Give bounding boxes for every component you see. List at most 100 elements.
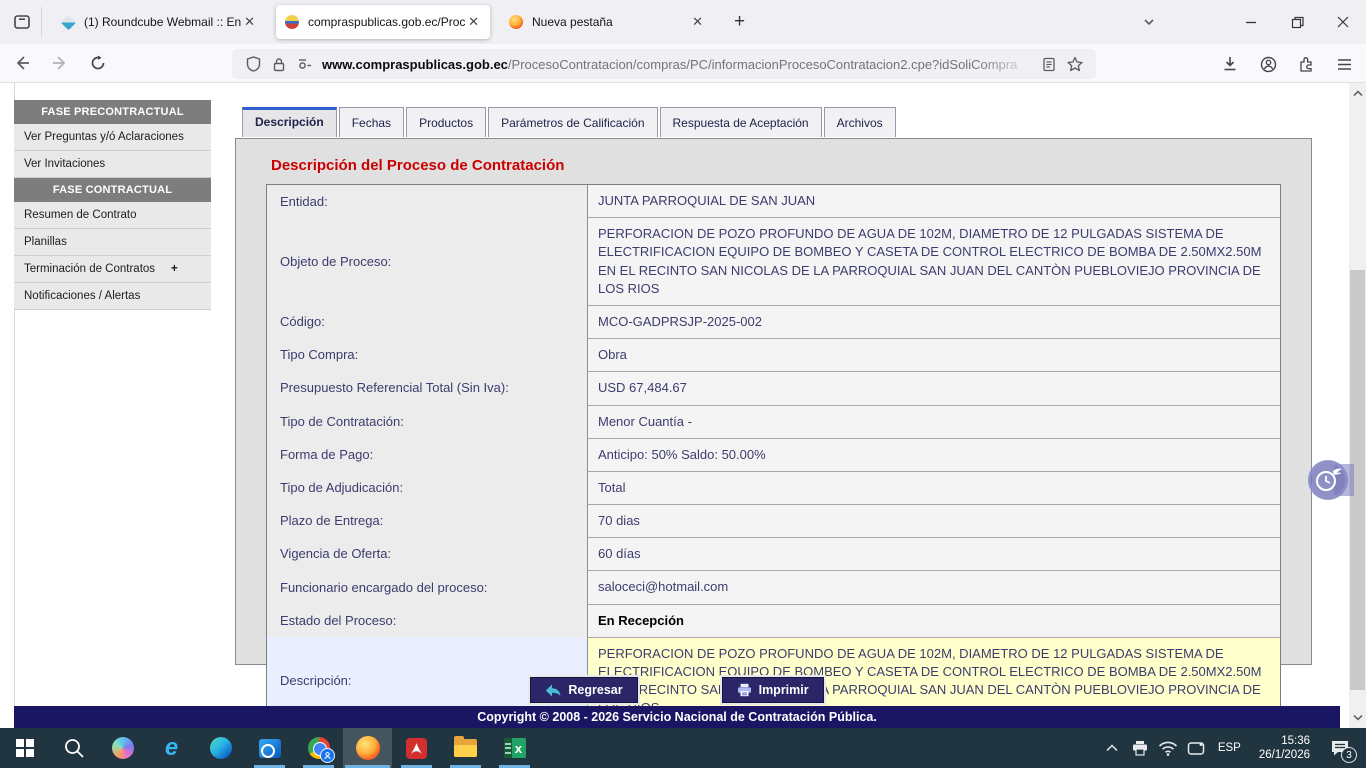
tab-productos[interactable]: Productos [406,107,486,137]
firefox-view-icon [13,13,31,31]
clock-time: 15:36 [1259,734,1310,748]
regresar-button[interactable]: Regresar [530,677,637,703]
bookmark-star-icon[interactable] [1062,51,1088,77]
tray-display-button[interactable] [1184,728,1208,768]
taskbar-search-button[interactable] [49,728,98,768]
sidebar-item-notificaciones[interactable]: Notificaciones / Alertas [14,283,211,310]
taskbar-internet-explorer-button[interactable]: e [147,728,196,768]
field-label: Vigencia de Oferta: [267,537,587,570]
browser-tab-roundcube[interactable]: (1) Roundcube Webmail :: Entra ✕ [52,5,266,39]
language-indicator[interactable]: ESP [1212,742,1247,754]
field-value: USD 67,484.67 [587,371,1280,404]
imprimir-button[interactable]: Imprimir [722,677,824,703]
tab-descripcion[interactable]: Descripción [242,107,337,137]
field-label: Tipo de Contratación: [267,405,587,438]
permissions-icon[interactable] [292,51,318,77]
tab-close-icon[interactable]: ✕ [689,14,706,30]
browser-toolbar: www.compraspublicas.gob.ec/ProcesoContra… [0,44,1366,83]
sidebar-item-invitaciones[interactable]: Ver Invitaciones [14,151,211,178]
taskbar-clock[interactable]: 15:36 26/1/2026 [1251,734,1318,762]
field-value: Menor Cuantía - [587,405,1280,438]
sidebar-item-preguntas[interactable]: Ver Preguntas y/ó Aclaraciones [14,124,211,151]
window-controls [1126,0,1366,44]
downloads-button[interactable] [1214,49,1246,79]
taskbar-explorer-button[interactable] [441,728,490,768]
tab-archivos[interactable]: Archivos [824,107,896,137]
new-tab-button[interactable]: + [728,11,751,33]
tray-chevron-up-button[interactable] [1100,728,1124,768]
wifi-icon [1158,741,1178,756]
list-all-tabs-button[interactable] [1126,0,1172,44]
account-icon [1260,56,1277,73]
acrobat-icon [406,738,427,759]
vertical-scrollbar[interactable] [1349,83,1366,728]
printer-icon [1131,740,1149,756]
tray-wifi-button[interactable] [1156,728,1180,768]
search-icon [63,737,85,759]
table-row: Objeto de Proceso:PERFORACION DE POZO PR… [267,217,1280,305]
browser-tab-title: Nueva pestaña [532,15,689,29]
tab-close-icon[interactable]: ✕ [241,14,258,30]
taskbar-firefox-button[interactable] [343,728,392,768]
browser-tab-title: compraspublicas.gob.ec/Proces [308,15,465,29]
sidebar-item-planillas[interactable]: Planillas [14,229,211,256]
windows-logo-icon [16,739,34,757]
minimize-button[interactable] [1228,0,1274,44]
field-value: JUNTA PARROQUIAL DE SAN JUAN [587,185,1280,217]
floating-timer-widget[interactable] [1306,458,1354,502]
menu-button[interactable] [1328,49,1360,79]
process-table: Entidad:JUNTA PARROQUIAL DE SAN JUAN Obj… [266,184,1281,726]
page-title: Descripción del Proceso de Contratación [271,157,1311,174]
expand-plus-icon[interactable]: + [171,263,178,275]
table-row: Forma de Pago:Anticipo: 50% Saldo: 50.00… [267,438,1280,471]
extensions-button[interactable] [1290,49,1322,79]
imprimir-label: Imprimir [759,683,809,697]
regresar-label: Regresar [568,683,622,697]
tracking-shield-icon[interactable] [240,51,266,77]
sidebar-item-terminacion[interactable]: Terminación de Contratos + [14,256,211,283]
browser-tab-new[interactable]: Nueva pestaña ✕ [500,5,714,39]
tray-printer-button[interactable] [1128,728,1152,768]
tab-fechas[interactable]: Fechas [339,107,404,137]
page-viewport: FASE PRECONTRACTUAL Ver Preguntas y/ó Ac… [0,83,1366,728]
field-label: Entidad: [267,185,587,217]
restore-button[interactable] [1274,0,1320,44]
firefox-view-button[interactable] [8,7,42,37]
lock-icon[interactable] [266,51,292,77]
reader-mode-icon[interactable] [1036,51,1062,77]
url-host: www.compraspublicas.gob.ec [322,57,508,72]
taskbar-outlook-button[interactable] [245,728,294,768]
notification-count-badge: 3 [1341,747,1357,763]
scrollbar-down-arrow[interactable] [1349,709,1366,726]
tab-parametros[interactable]: Parámetros de Calificación [488,107,657,137]
taskbar-edge-button[interactable] [196,728,245,768]
sidebar-item-resumen[interactable]: Resumen de Contrato [14,202,211,229]
tab-close-icon[interactable]: ✕ [465,14,482,30]
field-label: Tipo Compra: [267,338,587,371]
taskbar-acrobat-button[interactable] [392,728,441,768]
scrollbar-up-arrow[interactable] [1349,85,1366,102]
system-tray: ESP 15:36 26/1/2026 3 [1100,728,1366,768]
back-button[interactable] [6,48,38,78]
taskbar-chrome-button[interactable] [294,728,343,768]
url-bar[interactable]: www.compraspublicas.gob.ec/ProcesoContra… [232,49,1096,79]
copyright-text: Copyright © 2008 - 2026 Servicio Naciona… [477,710,877,724]
firefox-favicon [508,14,524,30]
notification-center-button[interactable]: 3 [1322,728,1358,768]
reload-button[interactable] [82,48,114,78]
close-window-button[interactable] [1320,0,1366,44]
start-button[interactable] [0,728,49,768]
taskbar-copilot-button[interactable] [98,728,147,768]
taskbar-excel-button[interactable]: x [490,728,539,768]
site-footer: Copyright © 2008 - 2026 Servicio Naciona… [14,706,1340,728]
clock-widget-icon[interactable] [1308,460,1348,500]
windows-taskbar: e x [0,728,1366,768]
excel-icon: x [504,738,526,758]
browser-tab-compraspublicas[interactable]: compraspublicas.gob.ec/Proces ✕ [276,5,490,39]
field-label: Estado del Proceso: [267,604,587,637]
table-row: Código:MCO-GADPRSJP-2025-002 [267,305,1280,338]
reload-icon [90,55,106,71]
tab-respuesta[interactable]: Respuesta de Aceptación [660,107,822,137]
forward-button[interactable] [44,48,76,78]
account-button[interactable] [1252,49,1284,79]
